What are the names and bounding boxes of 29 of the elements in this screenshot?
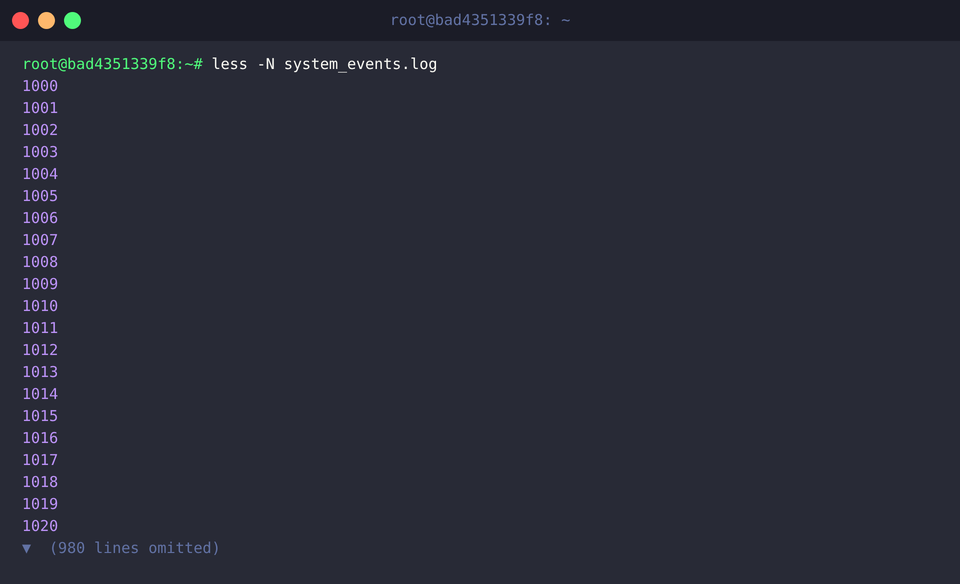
line-number: 1013: [22, 362, 58, 383]
line-number: 1012: [22, 340, 58, 361]
line-number: 1015: [22, 406, 58, 427]
line-number: 1011: [22, 318, 58, 339]
window-title: root@bad4351339f8: ~: [390, 10, 570, 32]
line-number: 1014: [22, 384, 58, 405]
line-number: 1007: [22, 230, 58, 251]
maximize-button[interactable]: [64, 12, 81, 29]
command-text: less -N system_events.log: [212, 54, 438, 75]
line-number: 1009: [22, 274, 58, 295]
prompt: root@bad4351339f8:~#: [22, 54, 203, 75]
line-number: 1016: [22, 428, 58, 449]
line-number: 1006: [22, 208, 58, 229]
line-number: 1018: [22, 472, 58, 493]
line-number: 1010: [22, 296, 58, 317]
line-number: 1019: [22, 494, 58, 515]
line-number: 1017: [22, 450, 58, 471]
line-number: 1005: [22, 186, 58, 207]
line-number: 1003: [22, 142, 58, 163]
collapse-marker[interactable]: ▼: [22, 537, 32, 559]
line-number: 1008: [22, 252, 58, 273]
omitted-lines-text: (980 lines omitted): [49, 538, 221, 559]
line-number: 1004: [22, 164, 58, 185]
line-number: 1001: [22, 98, 58, 119]
line-number: 1002: [22, 120, 58, 141]
line-number: 1000: [22, 76, 58, 97]
line-number: 1020: [22, 516, 58, 537]
close-button[interactable]: [12, 12, 29, 29]
minimize-button[interactable]: [38, 12, 55, 29]
